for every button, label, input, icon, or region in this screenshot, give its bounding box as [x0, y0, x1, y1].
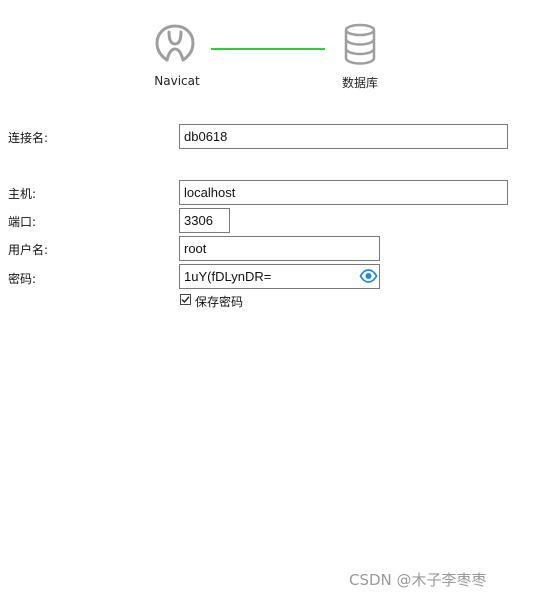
- save-password-label[interactable]: 保存密码: [195, 293, 243, 310]
- password-label: 密码:: [8, 272, 37, 286]
- password-input[interactable]: 1uY(fDLynDR=: [179, 264, 380, 289]
- eye-icon[interactable]: [359, 267, 378, 285]
- checkmark-icon: [181, 296, 190, 304]
- navicat-logo-icon: [155, 24, 195, 62]
- port-input[interactable]: 3306: [179, 208, 230, 233]
- step-connector-line: [211, 48, 325, 50]
- password-value: 1uY(fDLynDR=: [184, 269, 272, 284]
- save-password-checkbox[interactable]: [180, 294, 191, 305]
- connection-name-input[interactable]: db0618: [179, 124, 508, 149]
- step-label-database: 数据库: [341, 76, 378, 90]
- database-icon: [344, 23, 376, 65]
- host-label: 主机:: [8, 187, 37, 201]
- connection-name-label: 连接名:: [8, 131, 49, 145]
- step-label-navicat: Navicat: [154, 74, 200, 88]
- watermark: CSDN @木子李枣枣: [349, 571, 487, 589]
- username-input[interactable]: root: [179, 236, 380, 261]
- step-indicator: Navicat 数据库: [0, 0, 536, 100]
- host-input[interactable]: localhost: [179, 180, 508, 205]
- port-label: 端口:: [8, 215, 37, 229]
- username-label: 用户名:: [8, 243, 49, 257]
